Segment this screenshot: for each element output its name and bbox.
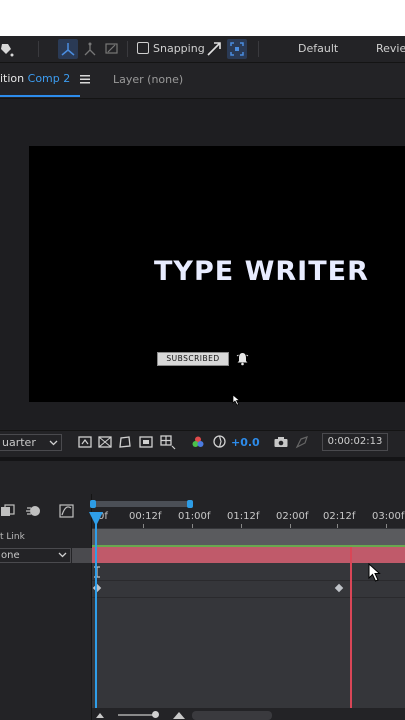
graph-editor-icon[interactable]	[58, 503, 76, 519]
type-writer-title: TYPE WRITER	[154, 256, 369, 287]
tab-composition-prefix: ition	[0, 72, 25, 85]
region-of-interest-icon[interactable]	[77, 434, 93, 450]
workspace-default[interactable]: Default	[298, 42, 338, 55]
tab-composition-name: Comp 2	[27, 72, 71, 85]
magnification-value: uarter	[2, 436, 36, 449]
exposure-value[interactable]: +0.0	[231, 436, 260, 449]
guides-icon[interactable]	[138, 434, 154, 450]
exposure-icon[interactable]	[212, 434, 227, 449]
current-time-display[interactable]: 0:00:02:13	[322, 433, 388, 451]
layer-duration-bar-gray[interactable]	[92, 529, 405, 545]
snap-options-icon[interactable]	[205, 40, 223, 58]
timeline-zoom-knob[interactable]	[152, 711, 159, 718]
toolbar-divider	[38, 41, 39, 57]
current-time-marker-red	[350, 547, 352, 720]
subscribed-button-graphic: SUBSCRIBED	[157, 352, 229, 366]
chevron-down-icon	[49, 435, 58, 450]
snapping-label[interactable]: Snapping	[153, 42, 205, 55]
tab-composition[interactable]: ition Comp 2	[0, 72, 90, 85]
zoom-in-mountain-icon[interactable]	[172, 710, 186, 720]
ruler-label: 02:00f	[276, 511, 309, 522]
motion-blur-icon[interactable]	[25, 503, 43, 519]
view-axis-icon[interactable]	[104, 40, 120, 58]
mouse-pointer-icon	[231, 394, 241, 406]
workspace-review[interactable]: Review	[376, 42, 405, 55]
snapshot-camera-icon[interactable]	[273, 435, 289, 449]
snapping-checkbox[interactable]	[137, 42, 149, 54]
ruler-label: 01:12f	[227, 511, 260, 522]
layer-outline-area	[0, 494, 92, 720]
timeline-zoom-slider[interactable]	[118, 714, 156, 716]
active-tab-indicator	[0, 95, 80, 97]
layer-row-shade	[72, 548, 92, 563]
chevron-down-icon	[58, 548, 67, 562]
mask-visibility-icon[interactable]	[117, 434, 133, 450]
track-row-divider	[92, 597, 405, 598]
parent-dropdown-value: one	[1, 550, 20, 561]
work-area-end-handle[interactable]	[187, 500, 193, 508]
playhead-handle[interactable]	[89, 512, 103, 526]
ruler-label: 02:12f	[323, 511, 356, 522]
world-axis-icon[interactable]	[82, 40, 98, 58]
parent-link-column-header: t Link	[0, 532, 25, 542]
work-area-bar[interactable]	[92, 501, 190, 507]
tab-layer[interactable]: Layer (none)	[113, 73, 183, 86]
layer-duration-bar-red[interactable]	[92, 547, 405, 563]
fill-tool-icon[interactable]	[0, 40, 14, 58]
panel-menu-icon[interactable]	[79, 74, 90, 84]
ruler-label: 00:12f	[129, 511, 162, 522]
frame-blending-icon[interactable]	[0, 503, 18, 519]
timeline-horizontal-scrollbar[interactable]	[192, 711, 272, 720]
grid-rulers-icon[interactable]	[159, 434, 177, 450]
toolbar-divider	[258, 41, 259, 57]
playhead-line[interactable]	[95, 515, 97, 720]
color-channels-icon[interactable]	[191, 435, 205, 449]
magnification-dropdown[interactable]: uarter	[0, 434, 62, 451]
zoom-out-mountain-icon[interactable]	[95, 711, 105, 719]
bell-icon	[236, 352, 249, 366]
ruler-label: 03:00f	[372, 511, 405, 522]
toolbar-divider	[127, 41, 128, 57]
local-axis-icon[interactable]	[58, 39, 78, 59]
transparency-grid-icon[interactable]	[97, 434, 113, 450]
show-snapshot-icon[interactable]	[295, 435, 309, 449]
mouse-pointer-icon	[367, 563, 381, 583]
snap-grid-icon[interactable]	[227, 39, 247, 59]
ruler-label: 01:00f	[178, 511, 211, 522]
work-area-start-handle[interactable]	[90, 500, 96, 508]
top-blank-area	[0, 0, 405, 36]
main-toolbar: Snapping Default Review	[0, 36, 405, 63]
parent-dropdown[interactable]: one	[0, 548, 71, 563]
track-row-divider	[92, 580, 405, 581]
